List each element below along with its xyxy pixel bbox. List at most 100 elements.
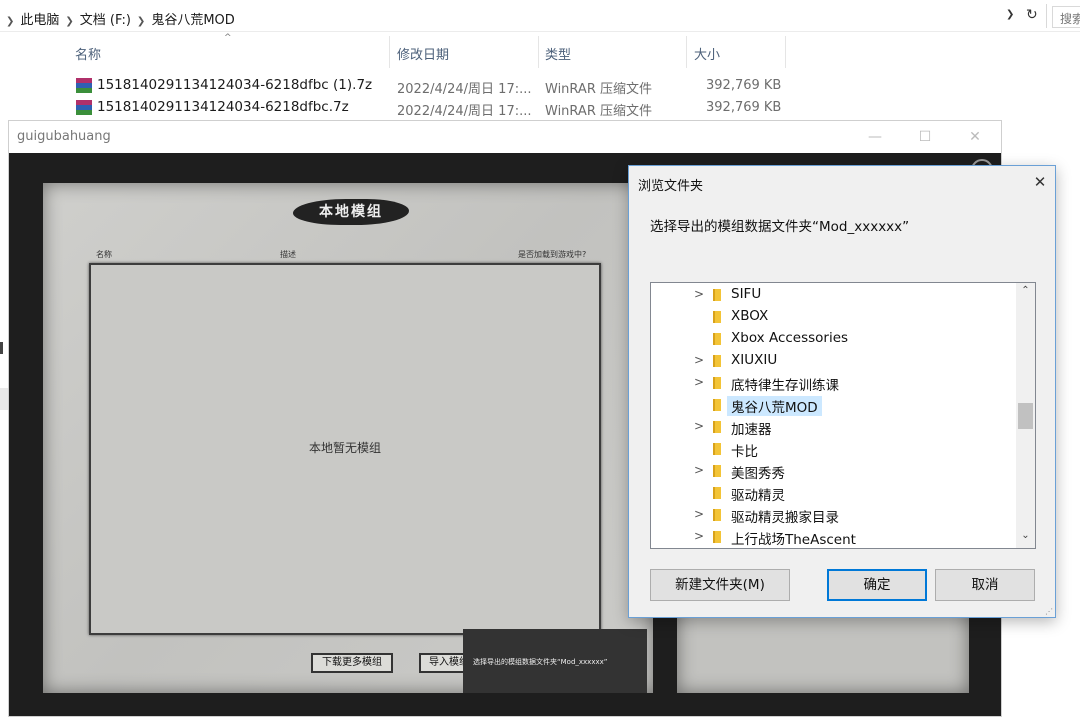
minimize-icon[interactable]: — <box>852 125 898 149</box>
breadcrumb-folder[interactable]: 鬼谷八荒MOD <box>151 13 234 28</box>
empty-message: 本地暂无模组 <box>308 441 381 455</box>
sort-ascending-icon: ^ <box>224 33 232 43</box>
cancel-button[interactable]: 取消 <box>935 569 1035 601</box>
resize-grip-icon[interactable]: ⋰ <box>1045 607 1053 616</box>
file-name: 1518140291134124034-6218dfbc.7z <box>97 99 349 115</box>
rar-archive-icon <box>76 100 92 115</box>
file-row[interactable]: 1518140291134124034-6218dfbc (1).7z 2022… <box>0 75 800 97</box>
tree-item[interactable]: Xbox Accessories <box>651 328 1015 350</box>
breadcrumb-this-pc[interactable]: 此电脑 <box>20 13 59 28</box>
column-divider[interactable] <box>538 36 539 68</box>
tree-item-label: SIFU <box>731 286 762 302</box>
file-date: 2022/4/24/周日 17:... <box>397 82 532 97</box>
ok-button[interactable]: 确定 <box>827 569 927 601</box>
tree-item-label: XBOX <box>731 308 769 324</box>
folder-icon <box>713 487 721 499</box>
folder-icon <box>713 399 721 411</box>
maximize-icon[interactable]: ☐ <box>902 125 948 149</box>
column-divider[interactable] <box>785 36 786 68</box>
folder-tree[interactable]: > SIFU XBOX Xbox Accessories > XIUXIU > 底特律… <box>650 282 1036 549</box>
scroll-down-icon[interactable]: ⌄ <box>1016 530 1035 546</box>
tree-item[interactable]: XBOX <box>651 306 1015 328</box>
search-input[interactable]: 搜索 <box>1052 6 1080 28</box>
column-divider[interactable] <box>389 36 390 68</box>
header-description: 描述 <box>280 250 296 259</box>
file-name: 1518140291134124034-6218dfbc (1).7z <box>97 77 373 93</box>
column-size[interactable]: 大小 <box>694 44 720 63</box>
nav-pane-edge <box>0 342 3 354</box>
tree-item[interactable]: > 加速器 <box>651 416 1015 438</box>
tree-item-label: 上行战场TheAscent <box>731 532 856 548</box>
rar-archive-icon <box>76 78 92 93</box>
mod-list[interactable]: 本地暂无模组 <box>89 263 601 635</box>
folder-icon <box>713 333 721 345</box>
column-divider[interactable] <box>686 36 687 68</box>
tree-item-label: 驱动精灵搬家目录 <box>731 510 839 526</box>
tree-item-selected[interactable]: 鬼谷八荒MOD <box>651 394 1015 416</box>
local-mods-panel: 本地模组 名称 描述 是否加载到游戏中? 本地暂无模组 下载更多模组 导入模组 <box>43 183 653 693</box>
tree-item[interactable]: 卡比 <box>651 438 1015 460</box>
folder-icon <box>713 443 721 455</box>
chevron-right-icon: ❯ <box>6 16 15 27</box>
tree-item-label: 驱动精灵 <box>731 488 785 504</box>
scrollbar[interactable]: ⌃ ⌄ <box>1016 283 1035 548</box>
column-name[interactable]: 名称 <box>75 44 101 63</box>
file-row[interactable]: 1518140291134124034-6218dfbc.7z 2022/4/2… <box>0 97 800 119</box>
folder-icon <box>713 509 721 521</box>
panel-title: 本地模组 <box>293 199 409 225</box>
chevron-right-icon[interactable]: > <box>694 287 704 301</box>
tree-item-label: 美图秀秀 <box>731 466 785 482</box>
tree-item[interactable]: > SIFU <box>651 284 1015 306</box>
divider <box>1046 4 1047 28</box>
file-size: 392,769 KB <box>706 100 782 115</box>
screen: ❯ 此电脑 ❯ 文档 (F:) ❯ 鬼谷八荒MOD ❯ ↻ 搜索 ^ 名称 修改日期 类型… <box>0 0 1080 717</box>
folder-icon <box>713 531 721 543</box>
chevron-right-icon[interactable]: > <box>694 507 704 521</box>
tree-item-label: 加速器 <box>731 422 772 438</box>
file-type: WinRAR 压缩文件 <box>545 82 652 97</box>
scrollbar-thumb[interactable] <box>1018 403 1033 429</box>
file-size: 392,769 KB <box>706 78 782 93</box>
chevron-right-icon[interactable]: > <box>694 419 704 433</box>
address-bar[interactable]: ❯ 此电脑 ❯ 文档 (F:) ❯ 鬼谷八荒MOD ❯ ↻ 搜索 <box>0 0 1080 32</box>
tooltip: 选择导出的模组数据文件夹“Mod_xxxxxx” <box>463 629 647 693</box>
scroll-up-icon[interactable]: ⌃ <box>1016 285 1035 301</box>
breadcrumb: ❯ 此电脑 ❯ 文档 (F:) ❯ 鬼谷八荒MOD <box>6 9 235 28</box>
tree-item[interactable]: > 驱动精灵搬家目录 <box>651 504 1015 526</box>
file-type: WinRAR 压缩文件 <box>545 104 652 119</box>
download-more-mods-button[interactable]: 下载更多模组 <box>311 653 393 673</box>
tree-item-label: 底特律生存训练课 <box>731 378 839 394</box>
chevron-right-icon[interactable]: > <box>694 375 704 389</box>
breadcrumb-drive[interactable]: 文档 (F:) <box>80 13 131 28</box>
chevron-down-icon[interactable]: ❯ <box>1006 9 1014 20</box>
chevron-right-icon[interactable]: > <box>694 353 704 367</box>
tree-item[interactable]: > 底特律生存训练课 <box>651 372 1015 394</box>
tree-item[interactable]: > XIUXIU <box>651 350 1015 372</box>
game-title-bar[interactable]: guigubahuang — ☐ ✕ <box>9 121 1001 153</box>
chevron-right-icon[interactable]: > <box>694 463 704 477</box>
chevron-right-icon: ❯ <box>65 16 74 27</box>
folder-icon <box>713 311 721 323</box>
refresh-icon[interactable]: ↻ <box>1026 7 1038 23</box>
dialog-description: 选择导出的模组数据文件夹“Mod_xxxxxx” <box>650 219 910 235</box>
folder-icon <box>713 355 721 367</box>
nav-pane-edge <box>0 388 8 410</box>
folder-icon <box>713 465 721 477</box>
game-window-title: guigubahuang <box>17 129 111 144</box>
new-folder-button[interactable]: 新建文件夹(M) <box>650 569 790 601</box>
close-icon[interactable]: ✕ <box>1027 170 1053 194</box>
dialog-title: 浏览文件夹 <box>638 179 704 194</box>
tree-item[interactable]: > 上行战场TheAscent <box>651 526 1015 548</box>
header-loaded: 是否加载到游戏中? <box>518 250 587 259</box>
folder-icon <box>713 377 721 389</box>
tree-item[interactable]: 驱动精灵 <box>651 482 1015 504</box>
tree-item-label: 卡比 <box>731 444 758 460</box>
column-date[interactable]: 修改日期 <box>397 44 449 63</box>
folder-icon <box>713 421 721 433</box>
column-type[interactable]: 类型 <box>545 44 571 63</box>
tree-item-label: XIUXIU <box>731 352 778 368</box>
tree-item[interactable]: > 美图秀秀 <box>651 460 1015 482</box>
folder-icon <box>713 289 721 301</box>
chevron-right-icon[interactable]: > <box>694 529 704 543</box>
close-icon[interactable]: ✕ <box>952 125 998 149</box>
